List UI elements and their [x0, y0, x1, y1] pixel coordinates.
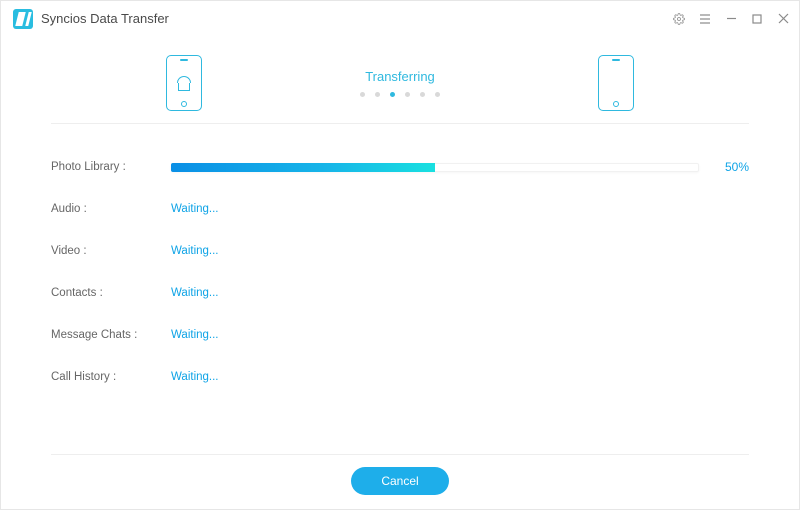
row-label: Video :: [51, 245, 171, 257]
transfer-row-contacts: Contacts : Waiting...: [51, 272, 749, 314]
row-label: Photo Library :: [51, 161, 171, 173]
cancel-button[interactable]: Cancel: [351, 467, 448, 495]
transfer-row-audio: Audio : Waiting...: [51, 188, 749, 230]
step-dot: [405, 92, 410, 97]
transfer-row-photo-library: Photo Library : 50%: [51, 146, 749, 188]
row-label: Audio :: [51, 203, 171, 215]
step-dot: [420, 92, 425, 97]
row-status: Waiting...: [171, 371, 699, 383]
row-label: Message Chats :: [51, 329, 171, 341]
maximize-icon[interactable]: [751, 13, 763, 25]
app-window: Syncios Data Transfer: [0, 0, 800, 510]
menu-icon[interactable]: [699, 13, 711, 25]
row-label: Contacts :: [51, 287, 171, 299]
titlebar-left: Syncios Data Transfer: [13, 9, 169, 29]
row-status: Waiting...: [171, 203, 699, 215]
settings-icon[interactable]: [673, 13, 685, 25]
target-device-icon: [598, 55, 634, 111]
transfer-row-call-history: Call History : Waiting...: [51, 356, 749, 398]
close-icon[interactable]: [777, 13, 789, 25]
progress-percent: 50%: [699, 160, 749, 174]
transfer-row-message-chats: Message Chats : Waiting...: [51, 314, 749, 356]
progress-bar: [171, 163, 699, 172]
app-title: Syncios Data Transfer: [41, 11, 169, 26]
transfer-row-video: Video : Waiting...: [51, 230, 749, 272]
titlebar: Syncios Data Transfer: [1, 1, 799, 37]
footer: Cancel: [1, 455, 799, 509]
titlebar-right: [673, 13, 789, 25]
row-label: Call History :: [51, 371, 171, 383]
row-status: Waiting...: [171, 245, 699, 257]
source-device-icon: [166, 55, 202, 111]
progress-bar-fill: [171, 163, 435, 172]
step-dot: [375, 92, 380, 97]
android-icon: [177, 76, 191, 90]
step-dot: [360, 92, 365, 97]
minimize-icon[interactable]: [725, 13, 737, 25]
progress-wrap: [171, 163, 699, 172]
transfer-header: Transferring: [1, 37, 799, 113]
transfer-status-label: Transferring: [360, 69, 440, 84]
step-dot: [435, 92, 440, 97]
progress-dots: [360, 92, 440, 97]
app-logo-icon: [13, 9, 33, 29]
transfer-list: Photo Library : 50% Audio : Waiting... V…: [1, 124, 799, 446]
step-dot-active: [390, 92, 395, 97]
row-status: Waiting...: [171, 329, 699, 341]
row-status: Waiting...: [171, 287, 699, 299]
